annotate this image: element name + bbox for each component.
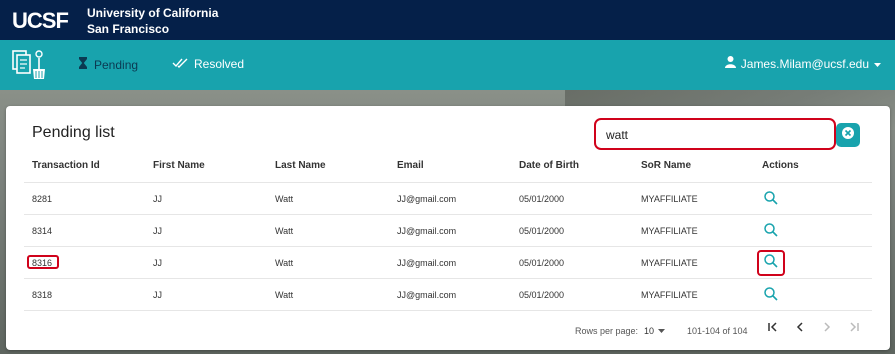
cell-first-name: JJ [153, 194, 162, 204]
cell-last-name: Watt [275, 194, 294, 204]
cell-transaction-id: 8318 [32, 290, 53, 300]
search-icon [764, 253, 778, 273]
cell-first-name: JJ [153, 290, 162, 300]
table-row[interactable]: 8314 JJ Watt JJ@gmail.com 05/01/2000 MYA… [24, 215, 872, 247]
table-row[interactable]: 8281 JJ Watt JJ@gmail.com 05/01/2000 MYA… [24, 183, 872, 215]
cell-sor-name: MYAFFILIATE [641, 226, 698, 236]
table-row[interactable]: 8318 JJ Watt JJ@gmail.com 05/01/2000 MYA… [24, 279, 872, 311]
caret-down-icon [874, 57, 881, 71]
column-header-transaction-id[interactable]: Transaction Id [32, 160, 100, 171]
nav-resolved-label: Resolved [194, 57, 245, 71]
column-header-email[interactable]: Email [397, 160, 424, 171]
column-header-actions: Actions [762, 160, 799, 171]
page-title: Pending list [32, 124, 115, 141]
cell-last-name: Watt [275, 290, 294, 300]
previous-page-button[interactable] [793, 322, 807, 336]
clear-search-button[interactable] [836, 123, 860, 147]
cell-date-of-birth: 05/01/2000 [519, 258, 565, 268]
rows-per-page-label: Rows per page: [575, 326, 639, 336]
chevron-left-icon [794, 320, 806, 338]
cell-transaction-id: 8281 [32, 194, 53, 204]
last-page-icon [848, 320, 860, 338]
person-icon [724, 56, 736, 71]
university-name: University of California San Francisco [87, 5, 218, 37]
view-button[interactable] [758, 189, 784, 211]
nav-bar: Pending Resolved James.Milam@ucsf.edu [0, 40, 895, 90]
rows-per-page-select[interactable]: 10 [644, 326, 666, 336]
view-button[interactable] [758, 221, 784, 243]
cell-date-of-birth: 05/01/2000 [519, 290, 565, 300]
cell-transaction-id: 8314 [32, 226, 53, 236]
search-icon [764, 222, 778, 242]
pending-list-card: Pending list Transaction Id First Name L… [6, 106, 890, 350]
search-box [594, 118, 836, 150]
cell-email: JJ@gmail.com [397, 258, 457, 268]
university-line2: San Francisco [87, 22, 170, 36]
search-input[interactable] [606, 126, 826, 144]
cell-date-of-birth: 05/01/2000 [519, 226, 565, 236]
next-page-button[interactable] [820, 322, 834, 336]
search-icon [764, 190, 778, 210]
cell-last-name: Watt [275, 258, 294, 268]
first-page-icon [767, 320, 779, 338]
user-email: James.Milam@ucsf.edu [740, 56, 869, 71]
page-range: 101-104 of 104 [687, 326, 748, 336]
document-broom-icon[interactable] [11, 47, 47, 81]
cell-sor-name: MYAFFILIATE [641, 194, 698, 204]
column-header-date-of-birth[interactable]: Date of Birth [519, 160, 579, 171]
cell-email: JJ@gmail.com [397, 194, 457, 204]
nav-pending[interactable]: Pending [78, 57, 138, 72]
university-line1: University of California [87, 6, 219, 20]
nav-resolved[interactable]: Resolved [172, 57, 244, 71]
first-page-button[interactable] [766, 322, 780, 336]
column-header-last-name[interactable]: Last Name [275, 160, 326, 171]
cell-sor-name: MYAFFILIATE [641, 290, 698, 300]
cell-first-name: JJ [153, 258, 162, 268]
column-header-first-name[interactable]: First Name [153, 160, 205, 171]
chevron-right-icon [821, 320, 833, 338]
nav-pending-label: Pending [94, 57, 139, 72]
svg-text:UCSF: UCSF [12, 8, 68, 33]
user-menu[interactable]: James.Milam@ucsf.edu [724, 56, 881, 71]
cell-last-name: Watt [275, 226, 294, 236]
caret-down-icon [658, 326, 666, 336]
cell-first-name: JJ [153, 226, 162, 236]
cell-email: JJ@gmail.com [397, 226, 457, 236]
view-button[interactable] [758, 285, 784, 307]
double-check-icon [172, 57, 188, 71]
last-page-button[interactable] [847, 322, 861, 336]
close-circle-icon [841, 126, 855, 145]
column-header-sor-name[interactable]: SoR Name [641, 160, 691, 171]
top-header: UCSF University of California San Franci… [0, 0, 895, 40]
table-row[interactable]: 8316 JJ Watt JJ@gmail.com 05/01/2000 MYA… [24, 247, 872, 279]
cell-sor-name: MYAFFILIATE [641, 258, 698, 268]
hourglass-icon [78, 57, 88, 72]
view-button[interactable] [757, 250, 785, 276]
ucsf-logo[interactable]: UCSF [12, 6, 74, 34]
cell-email: JJ@gmail.com [397, 290, 457, 300]
rows-per-page-value: 10 [644, 326, 655, 336]
search-icon [764, 286, 778, 306]
cell-date-of-birth: 05/01/2000 [519, 194, 565, 204]
cell-transaction-id: 8316 [32, 258, 53, 268]
